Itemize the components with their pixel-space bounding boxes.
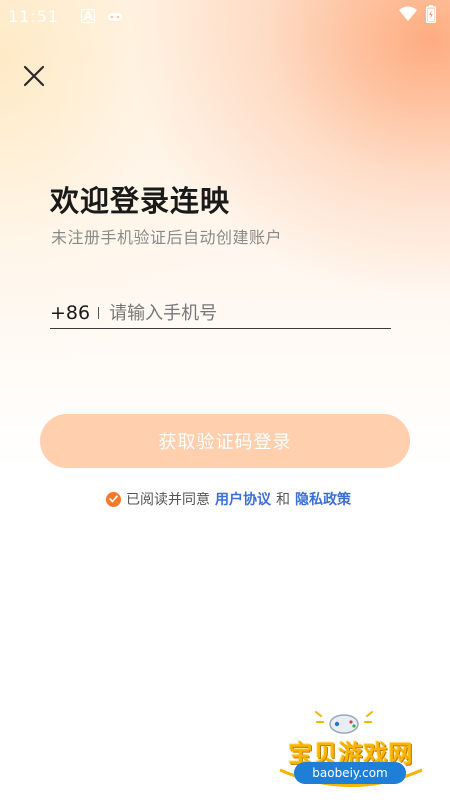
agreement-prefix: 已阅读并同意: [126, 492, 210, 508]
battery-icon: [426, 5, 436, 27]
checkmark-icon: [109, 495, 118, 503]
status-indicator-icon: A: [81, 9, 96, 23]
close-button[interactable]: [18, 62, 50, 94]
privacy-link[interactable]: 隐私政策: [295, 489, 351, 509]
status-bar: 11:51 A: [0, 0, 450, 32]
get-code-login-button[interactable]: 获取验证码登录: [40, 414, 410, 468]
background-gradient: [0, 0, 450, 800]
agreement-and: 和: [276, 492, 290, 508]
phone-input[interactable]: [109, 299, 391, 327]
watermark-url: baobeiy.com: [294, 762, 406, 784]
phone-field-row: +86: [50, 298, 391, 329]
close-icon[interactable]: [22, 64, 46, 92]
agreement-checkbox[interactable]: [106, 491, 121, 507]
wifi-icon: [398, 6, 418, 26]
country-code-divider: [98, 307, 100, 319]
country-code-selector[interactable]: +86: [50, 302, 90, 324]
agreement-row: 已阅读并同意 用户协议 和 隐私政策: [106, 488, 351, 510]
gamepad-icon: [107, 7, 123, 26]
status-time: 11:51: [8, 6, 60, 26]
watermark-logo: 宝贝游戏网 baobeiy.com: [276, 706, 426, 796]
terms-link[interactable]: 用户协议: [215, 489, 271, 509]
page-title: 欢迎登录连映: [50, 184, 231, 218]
page-subtitle: 未注册手机验证后自动创建账户: [51, 228, 283, 247]
